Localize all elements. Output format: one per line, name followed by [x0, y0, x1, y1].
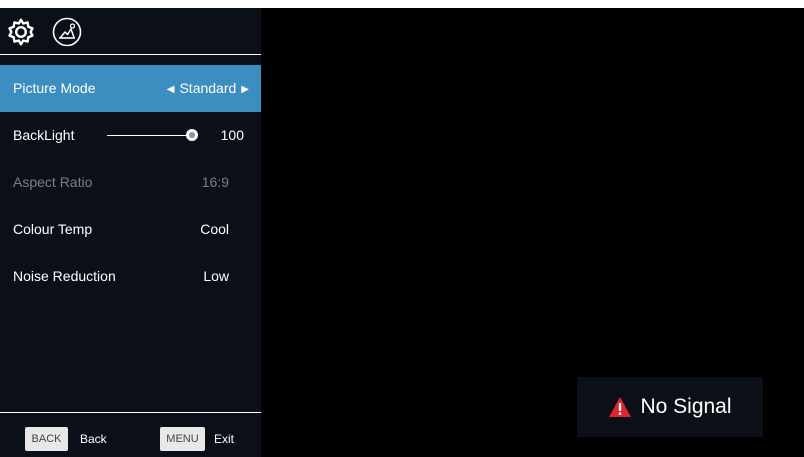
- menu-item-backlight[interactable]: BackLight 100: [0, 112, 261, 159]
- menu-item-value: Standard: [179, 80, 237, 96]
- menu-item-aspect-ratio: Aspect Ratio 16:9: [0, 159, 261, 206]
- footer-divider: [0, 412, 261, 413]
- picture-mode-selector[interactable]: ◀ Standard ▶: [167, 65, 249, 113]
- right-arrow-icon[interactable]: ▶: [241, 66, 249, 113]
- no-signal-toast: No Signal: [577, 377, 763, 437]
- menu-item-noise-reduction[interactable]: Noise Reduction Low: [0, 253, 261, 300]
- left-arrow-icon[interactable]: ◀: [167, 66, 175, 113]
- menu-item-label: Picture Mode: [13, 80, 96, 96]
- menu-item-value: 100: [220, 127, 244, 143]
- gear-icon[interactable]: [6, 17, 36, 47]
- status-message: No Signal: [640, 395, 732, 418]
- warning-icon: [609, 397, 632, 417]
- header-divider: [0, 54, 261, 55]
- picture-settings-menu: Picture Mode ◀ Standard ▶ BackLight 100 As…: [0, 8, 261, 457]
- menu-item-label: BackLight: [13, 127, 75, 143]
- menu-header: [0, 8, 261, 55]
- menu-item-label: Aspect Ratio: [13, 174, 93, 190]
- menu-item-label: Noise Reduction: [13, 268, 116, 284]
- back-key-badge[interactable]: BACK: [25, 427, 68, 451]
- menu-item-value: Low: [203, 268, 229, 284]
- menu-footer: BACK Back MENU Exit: [0, 427, 261, 451]
- menu-item-value: Cool: [200, 221, 229, 237]
- menu-item-value: 16:9: [201, 174, 229, 190]
- exit-hint: Exit: [214, 432, 235, 446]
- menu-item-picture-mode[interactable]: Picture Mode ◀ Standard ▶: [0, 65, 261, 112]
- menu-list: Picture Mode ◀ Standard ▶ BackLight 100 As…: [0, 65, 261, 300]
- backlight-slider-handle[interactable]: [186, 129, 198, 141]
- backlight-slider-track[interactable]: [107, 135, 192, 136]
- picture-icon[interactable]: [52, 17, 82, 47]
- back-hint: Back: [80, 432, 107, 446]
- menu-item-colour-temp[interactable]: Colour Temp Cool: [0, 206, 261, 253]
- menu-item-label: Colour Temp: [13, 221, 93, 237]
- menu-key-badge[interactable]: MENU: [160, 427, 205, 451]
